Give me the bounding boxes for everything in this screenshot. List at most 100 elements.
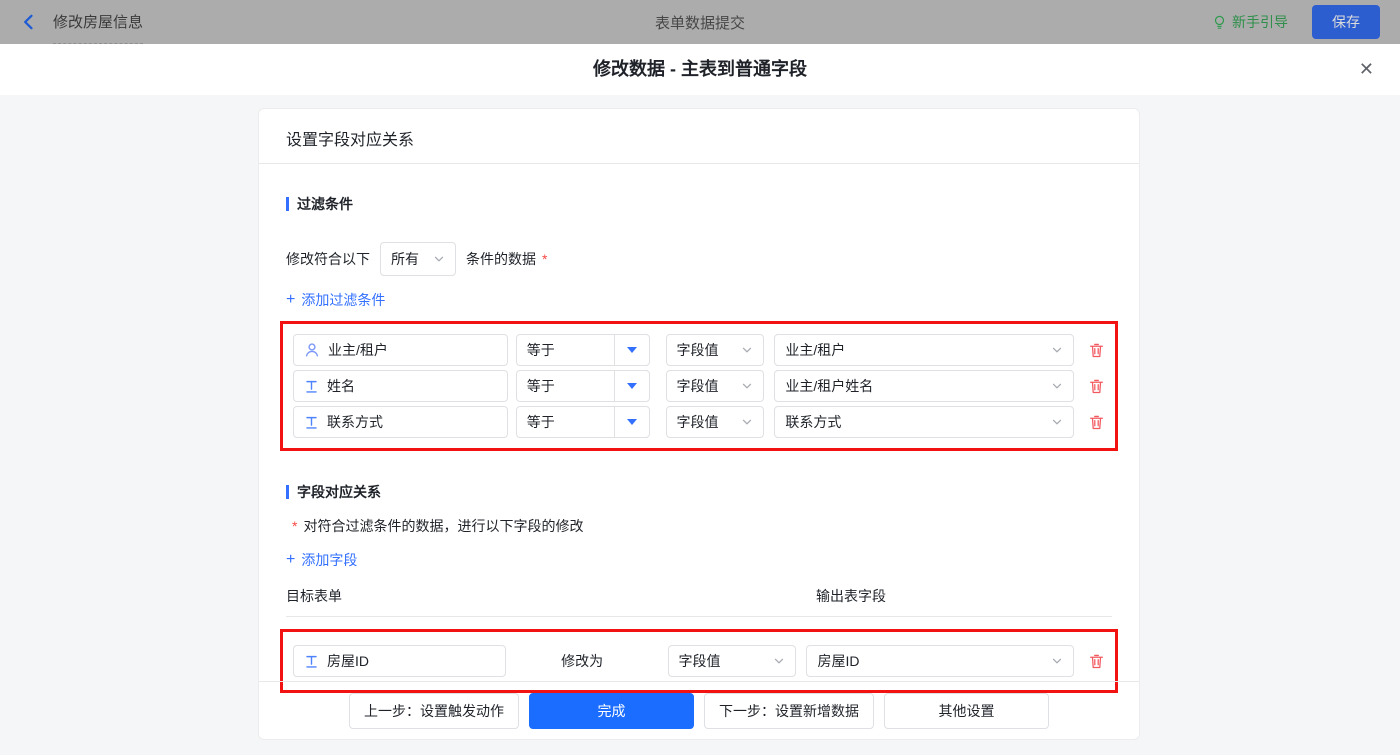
output-field-value: 房屋ID xyxy=(817,651,859,671)
filter-field-input[interactable]: 姓名 xyxy=(293,370,508,402)
value-type-value: 字段值 xyxy=(679,651,721,671)
close-icon[interactable]: ✕ xyxy=(1359,44,1374,95)
card-body: 过滤条件 修改符合以下 所有 条件的数据 * + 添加过滤条件 xyxy=(259,194,1139,693)
top-bar: 修改房屋信息 表单数据提交 新手引导 保存 xyxy=(0,0,1400,44)
compare-value: 业主/租户姓名 xyxy=(785,376,873,396)
back-button[interactable] xyxy=(20,13,38,31)
operator-value: 等于 xyxy=(517,412,614,432)
target-field-input[interactable]: 房屋ID xyxy=(293,645,506,677)
add-filter-condition-link[interactable]: + 添加过滤条件 xyxy=(286,290,385,310)
mapping-description-text: 对符合过滤条件的数据，进行以下字段的修改 xyxy=(303,516,583,536)
add-field-label: 添加字段 xyxy=(301,550,357,570)
required-asterisk: * xyxy=(542,251,547,267)
settings-card: 设置字段对应关系 过滤条件 修改符合以下 所有 条件的数据 * + xyxy=(258,108,1140,740)
compare-value-select[interactable]: 业主/租户 xyxy=(774,334,1074,366)
dialog-title: 修改数据 - 主表到普通字段 xyxy=(0,44,1400,95)
trash-icon xyxy=(1088,414,1105,431)
output-field-select[interactable]: 房屋ID xyxy=(806,645,1074,677)
filter-field-input[interactable]: 联系方式 xyxy=(293,406,508,438)
operator-select[interactable]: 等于 xyxy=(516,334,650,366)
done-button[interactable]: 完成 xyxy=(529,693,694,729)
compare-value-select[interactable]: 联系方式 xyxy=(774,406,1074,438)
card-title: 设置字段对应关系 xyxy=(259,109,1139,164)
next-step-button[interactable]: 下一步：设置新增数据 xyxy=(704,693,874,729)
lightbulb-icon xyxy=(1212,14,1227,30)
filter-field-value: 业主/租户 xyxy=(328,340,388,360)
filter-field-value: 联系方式 xyxy=(327,412,383,432)
other-settings-button[interactable]: 其他设置 xyxy=(884,693,1049,729)
chevron-down-icon xyxy=(741,380,753,392)
delete-row-button[interactable] xyxy=(1088,378,1105,395)
trash-icon xyxy=(1088,342,1105,359)
compare-value: 业主/租户 xyxy=(785,340,845,360)
filter-section-title: 过滤条件 xyxy=(286,194,1112,214)
output-field-column-header: 输出表字段 xyxy=(816,586,886,606)
delete-row-button[interactable] xyxy=(1088,414,1105,431)
filter-row: 业主/租户 等于 字段值 业主/租户 xyxy=(293,334,1105,366)
value-type-value: 字段值 xyxy=(677,340,719,360)
chevron-down-icon xyxy=(1051,344,1063,356)
value-type-select[interactable]: 字段值 xyxy=(668,645,797,677)
mapping-description: * 对符合过滤条件的数据，进行以下字段的修改 xyxy=(286,516,1112,536)
operator-value: 等于 xyxy=(517,340,614,360)
value-type-value: 字段值 xyxy=(677,412,719,432)
chevron-down-icon xyxy=(773,655,785,667)
value-type-select[interactable]: 字段值 xyxy=(666,370,765,402)
add-filter-condition-label: 添加过滤条件 xyxy=(301,290,385,310)
chevron-down-icon xyxy=(741,416,753,428)
match-prefix-label: 修改符合以下 xyxy=(286,249,370,269)
topbar-node-title: 表单数据提交 xyxy=(0,12,1400,33)
value-type-value: 字段值 xyxy=(677,376,719,396)
match-suffix-label: 条件的数据 xyxy=(466,249,536,269)
beginner-guide-label: 新手引导 xyxy=(1232,12,1288,32)
chevron-down-icon xyxy=(433,253,445,265)
filter-row: 联系方式 等于 字段值 联系方式 xyxy=(293,406,1105,438)
mapping-section-label: 字段对应关系 xyxy=(297,482,381,502)
plus-icon: + xyxy=(286,292,295,308)
mapping-row: 房屋ID 修改为 字段值 房屋ID xyxy=(293,645,1105,677)
plus-icon: + xyxy=(286,552,295,568)
match-condition-row: 修改符合以下 所有 条件的数据 * xyxy=(286,242,1112,276)
text-field-icon xyxy=(304,415,319,430)
compare-value-select[interactable]: 业主/租户姓名 xyxy=(774,370,1074,402)
dialog-footer: 上一步：设置触发动作 完成 下一步：设置新增数据 其他设置 xyxy=(259,681,1139,739)
caret-down-icon xyxy=(614,371,649,401)
chevron-down-icon xyxy=(1051,380,1063,392)
topbar-left: 修改房屋信息 xyxy=(20,1,143,44)
user-icon xyxy=(304,342,320,358)
delete-row-button[interactable] xyxy=(1088,342,1105,359)
filter-rows-highlight-box: 业主/租户 等于 字段值 业主/租户 xyxy=(280,321,1118,451)
filter-field-value: 姓名 xyxy=(327,376,355,396)
match-mode-select[interactable]: 所有 xyxy=(380,242,456,276)
operator-value: 等于 xyxy=(517,376,614,396)
mapping-section-title: 字段对应关系 xyxy=(286,482,1112,502)
required-asterisk: * xyxy=(292,518,297,534)
filter-section-label: 过滤条件 xyxy=(297,194,353,214)
chevron-down-icon xyxy=(741,344,753,356)
filter-field-input[interactable]: 业主/租户 xyxy=(293,334,508,366)
delete-row-button[interactable] xyxy=(1088,653,1105,670)
beginner-guide-link[interactable]: 新手引导 xyxy=(1212,12,1288,32)
dialog-body: 设置字段对应关系 过滤条件 修改符合以下 所有 条件的数据 * + xyxy=(0,95,1400,755)
modify-to-label: 修改为 xyxy=(561,651,617,671)
filter-row: 姓名 等于 字段值 业主/租户姓名 xyxy=(293,370,1105,402)
operator-select[interactable]: 等于 xyxy=(516,406,650,438)
match-mode-value: 所有 xyxy=(391,249,419,269)
prev-step-button[interactable]: 上一步：设置触发动作 xyxy=(349,693,519,729)
target-form-column-header: 目标表单 xyxy=(286,586,816,606)
section-marker-bar xyxy=(286,485,289,499)
chevron-down-icon xyxy=(1051,655,1063,667)
text-field-icon xyxy=(304,379,319,394)
value-type-select[interactable]: 字段值 xyxy=(666,406,765,438)
dialog-header: 修改数据 - 主表到普通字段 ✕ xyxy=(0,44,1400,95)
caret-down-icon xyxy=(614,407,649,437)
operator-select[interactable]: 等于 xyxy=(516,370,650,402)
workflow-title: 修改房屋信息 xyxy=(53,1,143,44)
compare-value: 联系方式 xyxy=(785,412,841,432)
save-button[interactable]: 保存 xyxy=(1312,5,1380,39)
value-type-select[interactable]: 字段值 xyxy=(666,334,765,366)
back-chevron-icon xyxy=(20,13,38,31)
text-field-icon xyxy=(304,654,319,669)
add-field-link[interactable]: + 添加字段 xyxy=(286,550,357,570)
topbar-right: 新手引导 保存 xyxy=(1212,5,1380,39)
